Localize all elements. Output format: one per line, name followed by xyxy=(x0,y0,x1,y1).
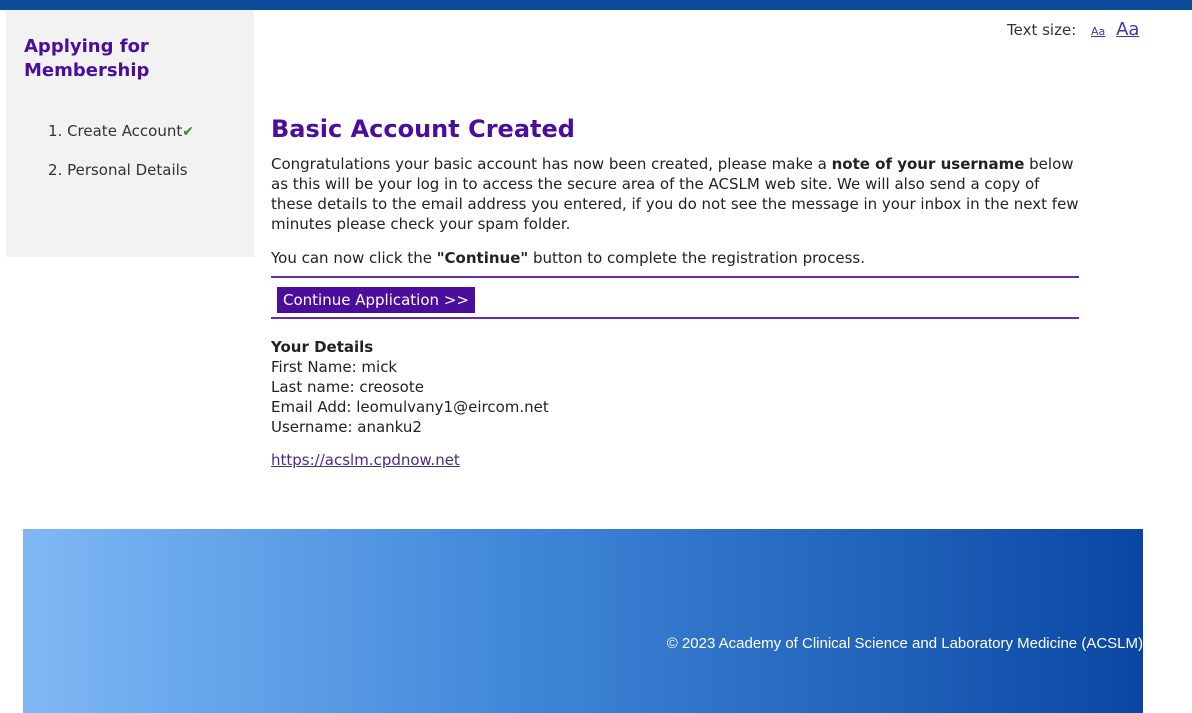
text-size-control: Text size: Aa Aa xyxy=(1007,19,1139,40)
steps-list: 1. Create Account✔ 2. Personal Details xyxy=(48,122,194,200)
sidebar-title: Applying for Membership xyxy=(24,36,150,81)
step-personal-details: 2. Personal Details xyxy=(48,161,194,180)
divider xyxy=(271,317,1079,319)
intro-paragraph: Congratulations your basic account has n… xyxy=(271,154,1079,234)
text-size-small-link[interactable]: Aa xyxy=(1091,25,1105,38)
last-name: Last name: creosote xyxy=(271,378,424,396)
intro-text: Congratulations your basic account has n… xyxy=(271,155,832,173)
intro-bold-text: note of your username xyxy=(831,155,1025,173)
continue-application-button[interactable]: Continue Application >> xyxy=(277,287,475,313)
site-link[interactable]: https://acslm.cpdnow.net xyxy=(271,451,460,469)
instruction-bold-text: "Continue" xyxy=(436,249,529,267)
email: Email Add: leomulvany1@eircom.net xyxy=(271,398,549,416)
page-title: Basic Account Created xyxy=(271,115,575,143)
your-details: Your Details First Name: mick Last name:… xyxy=(271,337,1079,437)
step-label: 2. Personal Details xyxy=(48,161,188,179)
continue-instructions: You can now click the "Continue" button … xyxy=(271,248,1079,268)
step-create-account: 1. Create Account✔ xyxy=(48,122,194,141)
sidebar: Applying for Membership 1. Create Accoun… xyxy=(6,10,254,257)
instruction-text: You can now click the xyxy=(271,249,437,267)
text-size-large-link[interactable]: Aa xyxy=(1116,19,1139,40)
checkmark-icon: ✔ xyxy=(182,124,194,140)
text-size-label: Text size: xyxy=(1007,21,1077,39)
username: Username: ananku2 xyxy=(271,418,422,436)
copyright-text: © 2023 Academy of Clinical Science and L… xyxy=(666,635,1143,652)
first-name: First Name: mick xyxy=(271,358,398,376)
footer: © 2023 Academy of Clinical Science and L… xyxy=(23,529,1143,713)
details-heading: Your Details xyxy=(271,338,374,356)
step-label: 1. Create Account xyxy=(48,122,183,140)
top-bar xyxy=(0,0,1192,10)
main-content: Basic Account Created Congratulations yo… xyxy=(271,112,1079,469)
button-row: Continue Application >> xyxy=(271,278,1079,317)
instruction-text-rest: button to complete the registration proc… xyxy=(528,249,865,267)
